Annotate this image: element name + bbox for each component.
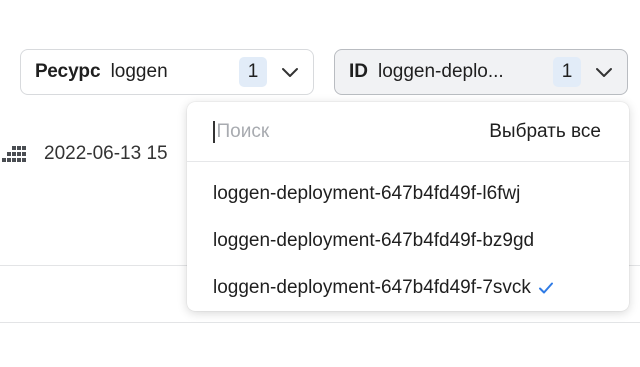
id-filter-name: ID (349, 61, 368, 82)
id-filter-dropdown: Выбрать все loggen-deployment-647b4fd49f… (187, 102, 629, 311)
resource-filter-name: Ресурс (35, 61, 101, 82)
page: Ресурс loggen 1 ID loggen-deplo... 1 202… (0, 0, 640, 367)
id-filter-value: loggen-deplo... (378, 61, 504, 82)
option-label: loggen-deployment-647b4fd49f-7svck (213, 276, 531, 298)
id-filter-count-badge: 1 (553, 57, 581, 87)
text-cursor (213, 120, 215, 143)
checkmark-icon (538, 282, 553, 293)
select-all-button[interactable]: Выбрать все (489, 121, 601, 143)
grid-icon (2, 146, 26, 162)
resource-filter[interactable]: Ресурс loggen 1 (20, 49, 314, 95)
option-item-selected[interactable]: loggen-deployment-647b4fd49f-7svck (187, 264, 629, 311)
chevron-down-icon[interactable] (279, 61, 301, 83)
option-label: loggen-deployment-647b4fd49f-bz9gd (213, 229, 535, 251)
log-row-date: 2022-06-13 15 (44, 143, 168, 164)
option-item[interactable]: loggen-deployment-647b4fd49f-bz9gd (187, 217, 629, 264)
option-label: loggen-deployment-647b4fd49f-l6fwj (213, 182, 521, 204)
divider (0, 322, 640, 323)
chevron-down-icon[interactable] (593, 61, 615, 83)
dropdown-header: Выбрать все (187, 102, 629, 162)
search-input[interactable] (216, 120, 490, 143)
resource-filter-value: loggen (110, 61, 168, 82)
id-filter[interactable]: ID loggen-deplo... 1 (334, 49, 628, 95)
option-item[interactable]: loggen-deployment-647b4fd49f-l6fwj (187, 170, 629, 217)
resource-filter-count-badge: 1 (239, 57, 267, 87)
options-list: loggen-deployment-647b4fd49f-l6fwj logge… (187, 162, 629, 311)
